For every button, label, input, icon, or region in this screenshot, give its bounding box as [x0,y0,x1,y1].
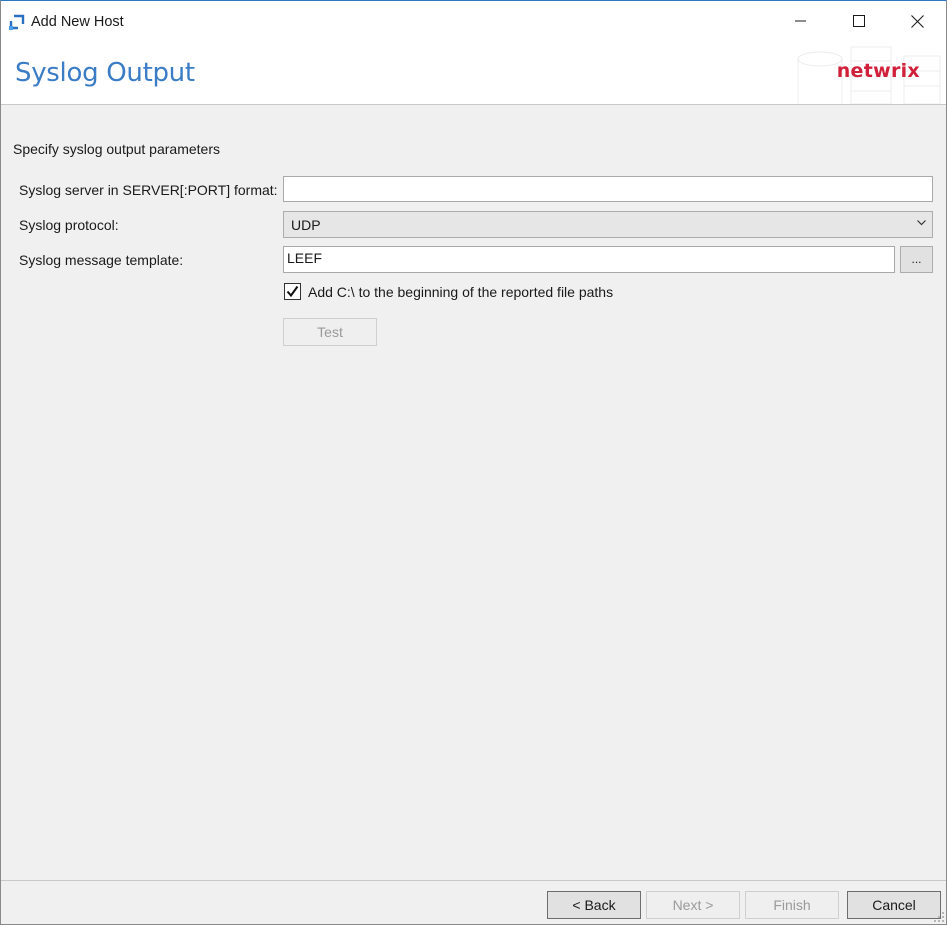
syslog-template-input[interactable]: LEEF [283,246,895,273]
checkmark-icon [286,285,299,298]
minimize-icon [795,20,806,22]
footer-divider [1,880,946,881]
app-sync-icon [9,14,25,30]
browse-template-button[interactable]: ... [900,246,933,273]
syslog-protocol-value: UDP [291,217,321,233]
window-title: Add New Host [31,14,124,30]
back-button[interactable]: < Back [547,891,641,919]
syslog-protocol-select[interactable]: UDP [283,211,933,238]
syslog-server-label: Syslog server in SERVER[:PORT] format: [19,182,278,198]
section-heading: Specify syslog output parameters [13,141,220,157]
maximize-icon [853,15,865,27]
cancel-button[interactable]: Cancel [847,891,941,919]
title-bar: Add New Host [1,1,946,42]
test-button[interactable]: Test [283,318,377,346]
maximize-button[interactable] [830,1,888,41]
resize-grip-icon[interactable] [933,911,945,923]
header-banner: Syslog Output netwrix [1,41,946,105]
close-button[interactable] [888,1,946,41]
page-title: Syslog Output [15,58,195,88]
chevron-down-icon [917,220,926,226]
add-prefix-checkbox[interactable] [284,283,301,300]
netwrix-logo: netwrix [836,60,920,82]
minimize-button[interactable] [772,1,830,41]
finish-button[interactable]: Finish [745,891,839,919]
syslog-template-label: Syslog message template: [19,252,184,268]
next-button[interactable]: Next > [646,891,740,919]
close-icon [910,14,924,28]
add-new-host-window: Add New Host Syslog Output netwrix Speci… [0,0,947,925]
add-prefix-label[interactable]: Add C:\ to the beginning of the reported… [308,284,613,300]
syslog-server-input[interactable] [283,176,933,202]
syslog-protocol-label: Syslog protocol: [19,217,119,233]
